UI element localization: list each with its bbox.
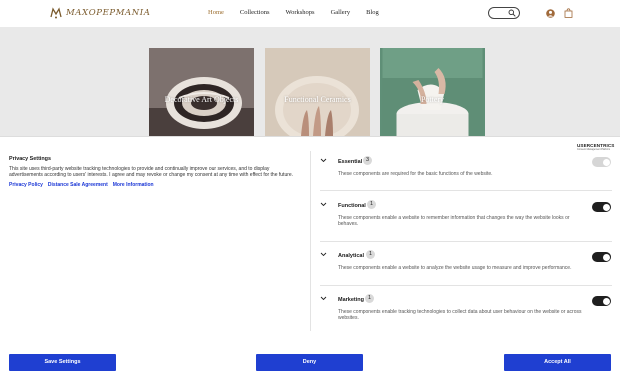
accept-all-button[interactable]: Accept All: [504, 354, 611, 371]
consent-intro: Privacy Settings This site uses third-pa…: [9, 156, 294, 188]
category-essential: Essential 3 These components are require…: [320, 156, 612, 177]
nav-gallery[interactable]: Gallery: [331, 9, 351, 16]
category-description: These components enable a website to ana…: [338, 265, 572, 271]
category-divider: [320, 241, 612, 242]
chevron-down-icon[interactable]: [320, 252, 327, 257]
analytical-toggle[interactable]: [592, 252, 611, 262]
category-card-pottery[interactable]: Pottery: [380, 48, 485, 136]
consent-links: Privacy Policy Distance Sale Agreement M…: [9, 182, 294, 188]
category-description: These components enable a website to rem…: [338, 215, 570, 228]
essential-toggle: [592, 157, 611, 167]
category-divider: [320, 190, 612, 191]
logo[interactable]: ΜΑΧΟΡΕΡΜΑΝΙΑ: [49, 6, 150, 20]
account-icon[interactable]: [546, 9, 555, 18]
category-count-badge: 1: [365, 294, 374, 303]
nav-blog[interactable]: Blog: [366, 9, 379, 16]
privacy-policy-link[interactable]: Privacy Policy: [9, 182, 43, 188]
decorative-art-image: [149, 48, 254, 136]
search-box[interactable]: [488, 7, 520, 19]
column-divider: [310, 151, 311, 331]
marketing-toggle[interactable]: [592, 296, 611, 306]
search-icon[interactable]: [508, 9, 516, 17]
category-card-decorative[interactable]: Decorative Art Objects: [149, 48, 254, 136]
category-name: Analytical: [338, 253, 364, 259]
usercentrics-logo: USERCENTRICS Consent Management Platform: [577, 143, 614, 151]
pottery-image: [382, 48, 483, 136]
category-description: These components enable tracking technol…: [338, 309, 582, 322]
category-divider: [320, 285, 612, 286]
save-settings-button[interactable]: Save Settings: [9, 354, 116, 371]
functional-ceramics-image: [265, 48, 370, 136]
more-information-link[interactable]: More Information: [113, 182, 154, 188]
category-count-badge: 1: [367, 200, 376, 209]
category-marketing: Marketing 1 These components enable trac…: [320, 294, 612, 321]
category-name: Essential: [338, 159, 363, 165]
category-functional: Functional 1 These components enable a w…: [320, 200, 612, 227]
cart-icon[interactable]: [564, 8, 573, 18]
nav-workshops[interactable]: Workshops: [286, 9, 315, 16]
functional-toggle[interactable]: [592, 202, 611, 212]
card-label: Decorative Art Objects: [164, 95, 239, 104]
category-card-functional[interactable]: Functional Ceramics: [265, 48, 370, 136]
category-header[interactable]: Functional 1: [320, 200, 612, 211]
consent-description: This site uses third-party website track…: [9, 166, 294, 179]
category-description: These components are required for the ba…: [338, 171, 493, 177]
category-analytical: Analytical 1 These components enable a w…: [320, 250, 612, 271]
nav-home[interactable]: Home: [208, 9, 224, 16]
category-header[interactable]: Analytical 1: [320, 250, 612, 261]
site-header: ΜΑΧΟΡΕΡΜΑΝΙΑ Home Collections Workshops …: [0, 0, 620, 27]
brand-subtitle: Consent Management Platform: [577, 148, 611, 151]
main-nav: Home Collections Workshops Gallery Blog: [208, 9, 395, 16]
privacy-settings-dialog: Privacy Settings This site uses third-pa…: [0, 136, 620, 379]
nav-collections[interactable]: Collections: [240, 9, 270, 16]
logo-text: ΜΑΧΟΡΕΡΜΑΝΙΑ: [66, 8, 151, 18]
distance-sale-agreement-link[interactable]: Distance Sale Agreement: [48, 182, 108, 188]
deny-button[interactable]: Deny: [256, 354, 363, 371]
category-name: Marketing: [338, 297, 364, 303]
category-header[interactable]: Marketing 1: [320, 294, 612, 305]
category-name: Functional: [338, 203, 366, 209]
consent-title: Privacy Settings: [9, 156, 51, 162]
chevron-down-icon[interactable]: [320, 296, 327, 301]
category-count-badge: 1: [366, 250, 375, 259]
card-label: Functional Ceramics: [284, 95, 351, 104]
logo-mark-icon: [50, 7, 62, 19]
category-header[interactable]: Essential 3: [320, 156, 612, 167]
chevron-down-icon[interactable]: [320, 158, 327, 163]
card-label: Pottery: [420, 95, 445, 104]
chevron-down-icon[interactable]: [320, 202, 327, 207]
category-count-badge: 3: [363, 156, 372, 165]
